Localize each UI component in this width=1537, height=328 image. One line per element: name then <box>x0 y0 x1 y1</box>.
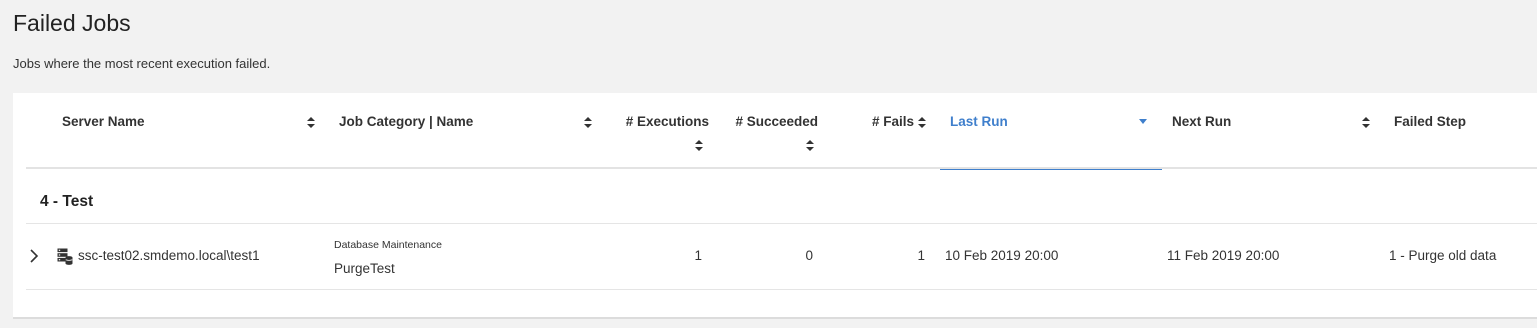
next-run-cell: 11 Feb 2019 20:00 <box>1167 248 1280 263</box>
chevron-right-icon[interactable] <box>28 248 40 264</box>
column-header-last-run[interactable]: Last Run <box>940 93 1162 170</box>
group-label: 4 - Test <box>40 193 94 210</box>
sort-both-icon[interactable] <box>584 117 592 128</box>
last-run-cell: 10 Feb 2019 20:00 <box>945 248 1059 263</box>
sort-both-icon[interactable] <box>1362 117 1370 128</box>
column-header-failed-step[interactable]: Failed Step <box>1384 93 1537 167</box>
column-header-next-run[interactable]: Next Run <box>1162 93 1384 167</box>
job-name-cell[interactable]: PurgeTest <box>334 261 395 276</box>
server-name-cell[interactable]: ssc-test02.smdemo.local\test1 <box>78 248 260 263</box>
column-header-label: Last Run <box>950 114 1008 129</box>
column-header-label: Failed Step <box>1394 114 1467 129</box>
failed-step-cell: 1 - Purge old data <box>1389 248 1497 263</box>
sort-both-icon[interactable] <box>695 140 703 151</box>
executions-cell: 1 <box>694 248 702 263</box>
column-header-fails[interactable]: # Fails <box>822 93 940 167</box>
sort-descending-icon[interactable] <box>1139 119 1147 130</box>
job-category-cell: Database Maintenance <box>334 239 442 251</box>
column-header-label: # Succeeded <box>735 114 818 129</box>
server-stack-icon <box>57 248 73 265</box>
column-header-executions[interactable]: # Executions <box>604 93 711 167</box>
sort-both-icon[interactable] <box>806 140 814 151</box>
column-header-succeeded[interactable]: # Succeeded <box>711 93 822 167</box>
sort-both-icon[interactable] <box>918 117 926 128</box>
failed-jobs-table: Server Name Job Category | Name # Execut… <box>13 93 1537 319</box>
succeeded-cell: 0 <box>805 248 813 263</box>
fails-cell: 1 <box>917 248 925 263</box>
column-header-label: Next Run <box>1172 114 1232 129</box>
column-header-job[interactable]: Job Category | Name <box>326 93 604 167</box>
column-header-label: Job Category | Name <box>339 114 474 129</box>
column-header-server-name[interactable]: Server Name <box>26 93 326 167</box>
header-divider <box>26 167 1537 169</box>
sort-both-icon[interactable] <box>307 117 315 128</box>
column-header-label: Server Name <box>62 114 145 129</box>
group-divider <box>26 223 1537 224</box>
column-header-label: # Executions <box>625 114 709 129</box>
column-header-label: # Fails <box>871 114 914 129</box>
page-subtitle: Jobs where the most recent execution fai… <box>13 56 271 71</box>
page-title: Failed Jobs <box>13 10 131 36</box>
row-divider <box>26 289 1537 290</box>
